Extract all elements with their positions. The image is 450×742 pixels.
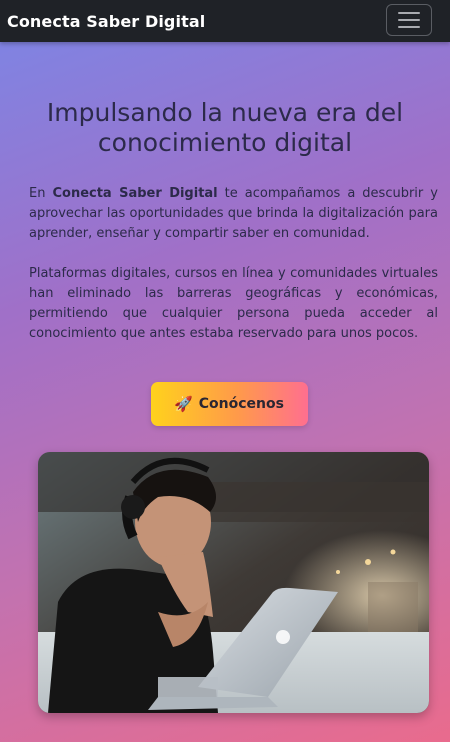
cta-label: Conócenos [198, 396, 284, 412]
navbar: Conecta Saber Digital [0, 0, 450, 42]
description-paragraph: Plataformas digitales, cursos en línea y… [29, 266, 438, 341]
rocket-icon: 🚀 [174, 395, 193, 413]
man-laptop-illustration [38, 452, 429, 713]
cta-container: 🚀 Conócenos [0, 382, 450, 426]
hero-photo [38, 452, 429, 713]
intro-paragraph: En Conecta Saber Digital te acompañamos … [29, 184, 438, 244]
hamburger-menu-icon[interactable] [386, 4, 432, 36]
intro-brand-bold: Conecta Saber Digital [52, 186, 218, 201]
brand-logo[interactable]: Conecta Saber Digital [7, 12, 205, 31]
intro-prefix: En [29, 186, 53, 201]
hero-section: Impulsando la nueva era del conocimiento… [0, 98, 450, 426]
hero-title: Impulsando la nueva era del conocimiento… [46, 98, 404, 157]
conocenos-button[interactable]: 🚀 Conócenos [150, 382, 308, 426]
